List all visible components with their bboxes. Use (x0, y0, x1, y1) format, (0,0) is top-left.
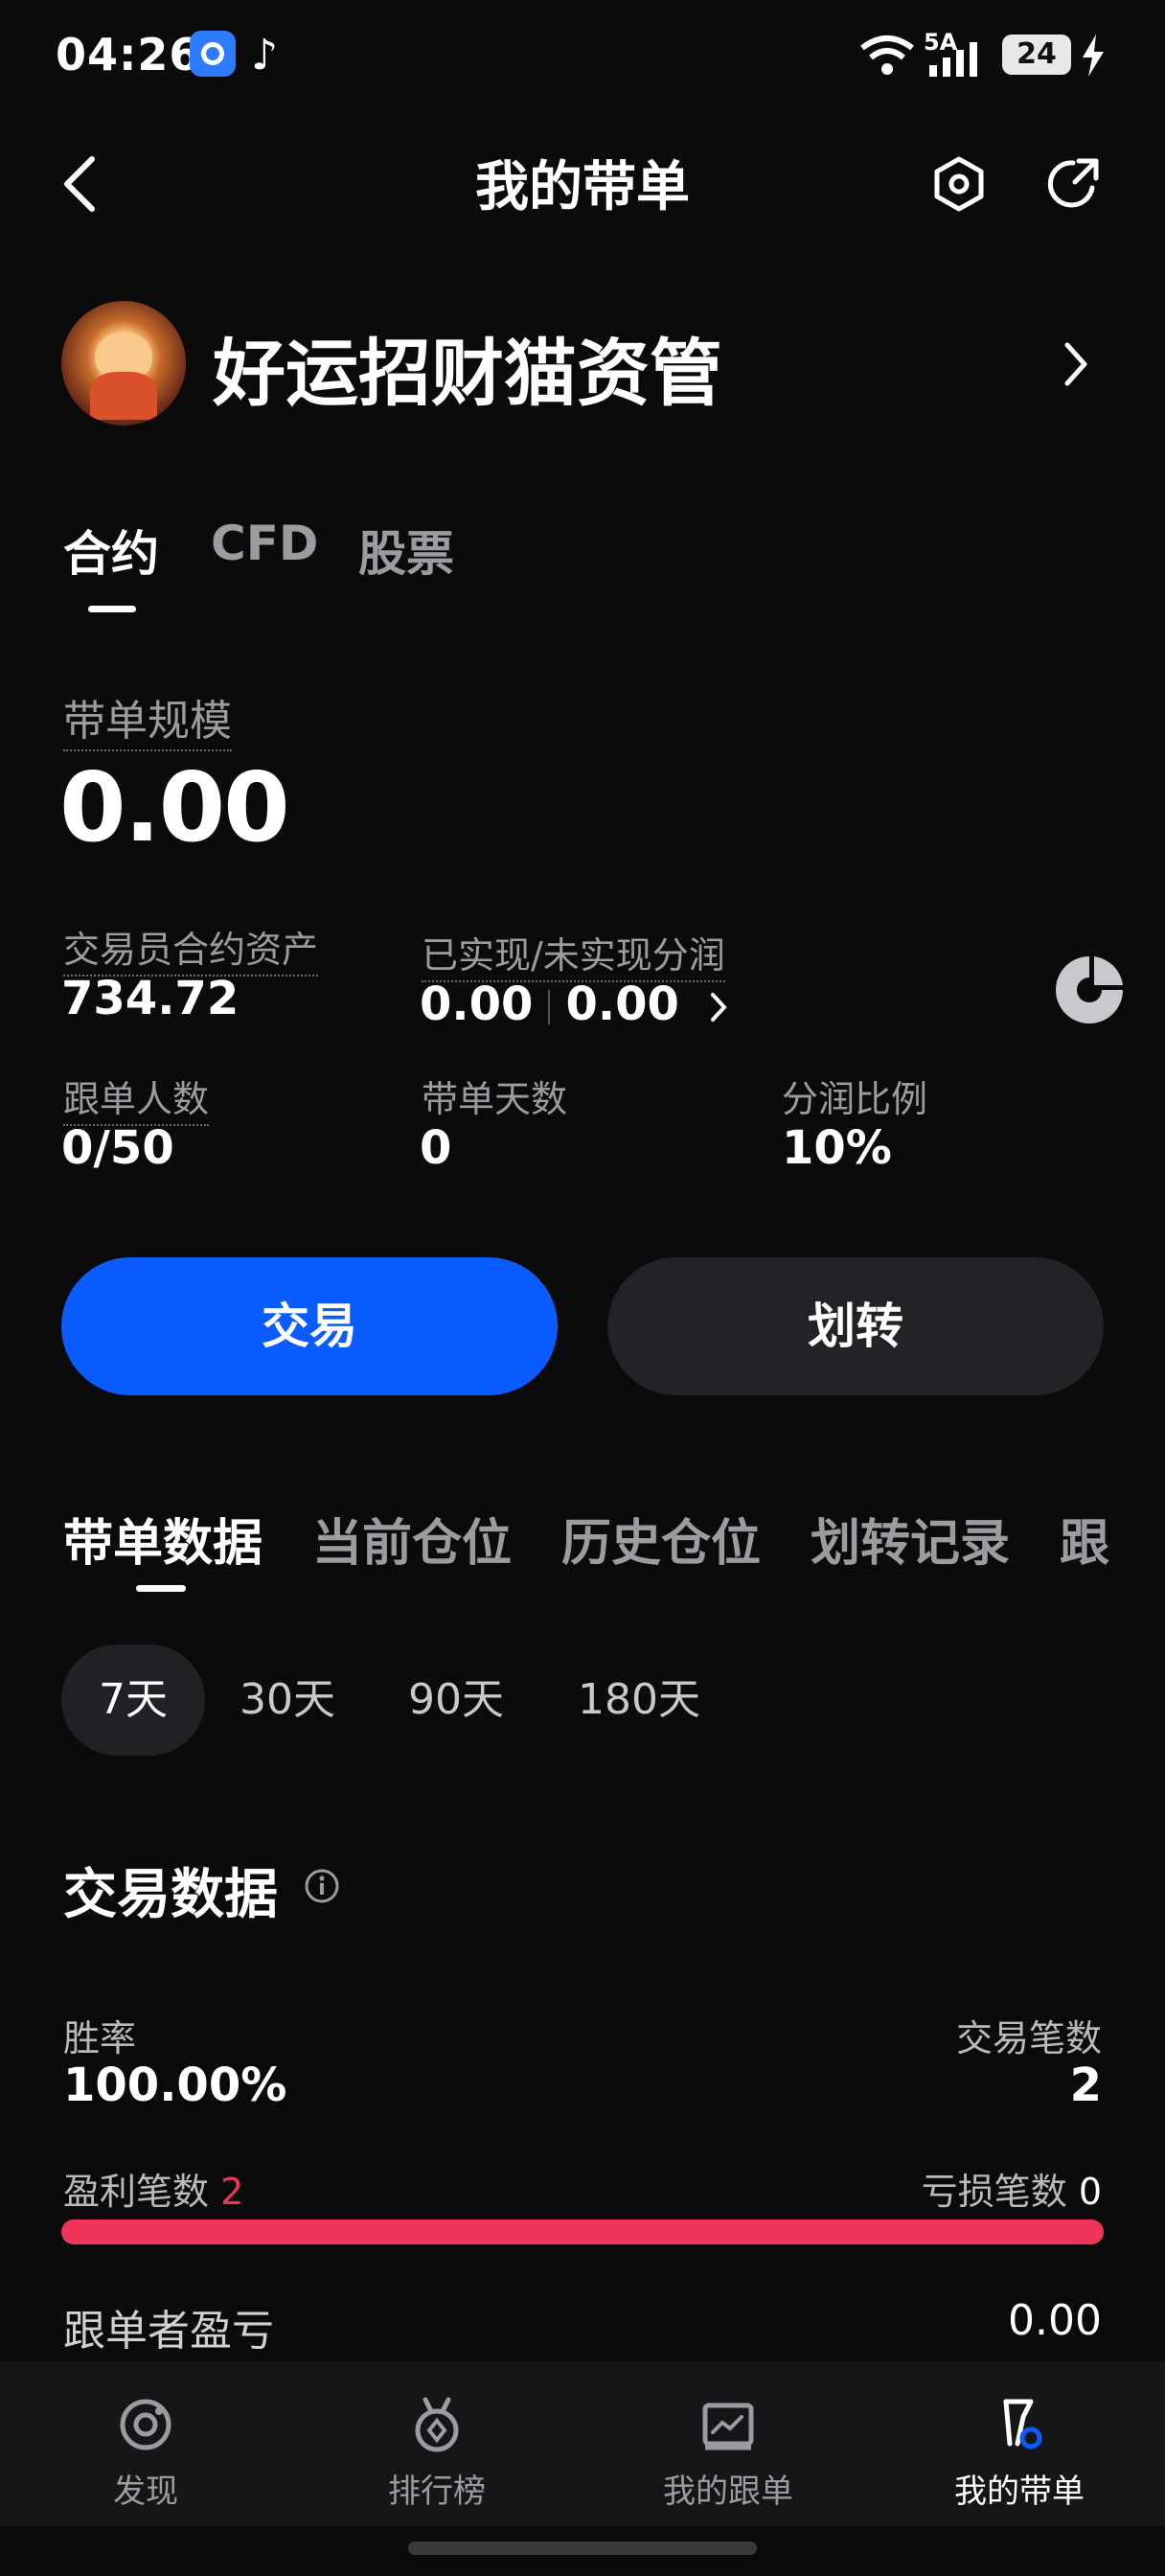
follower-pnl-label: 跟单者盈亏 (63, 2307, 274, 2356)
tab-current-positions[interactable]: 当前仓位 (312, 1503, 512, 1575)
wifi-icon (860, 35, 914, 75)
win-rate-label: 胜率 (63, 2017, 137, 2059)
nav-discover[interactable]: 发现 (0, 2396, 291, 2512)
period-90d[interactable]: 90天 (389, 1644, 523, 1756)
info-icon[interactable] (303, 1867, 341, 1905)
tab-cfd[interactable]: CFD (211, 516, 318, 571)
tiktok-icon: ♪ (251, 31, 279, 80)
section-title: 交易数据 (63, 1864, 278, 1926)
avatar-body (90, 372, 157, 420)
follower-pnl-value: 0.00 (1008, 2296, 1102, 2345)
nav-leaderboard[interactable]: 排行榜 (291, 2396, 582, 2512)
contract-assets-label[interactable]: 交易员合约资产 (63, 920, 319, 977)
charging-icon (1083, 34, 1104, 77)
tab-copy-data[interactable]: 带单数据 (63, 1503, 263, 1575)
tab-underline (88, 606, 136, 612)
loss-count-row: 亏损笔数 0 (922, 2162, 1102, 2215)
value-divider (548, 990, 551, 1024)
scale-label[interactable]: 带单规模 (63, 686, 232, 751)
contract-assets-value: 734.72 (61, 972, 240, 1025)
tab-history-positions[interactable]: 历史仓位 (561, 1503, 761, 1575)
battery-icon: 24 (1002, 34, 1071, 75)
flag-icon (1003, 2399, 1042, 2450)
hexagon-settings-icon[interactable] (929, 153, 989, 215)
followers-label[interactable]: 跟单人数 (63, 1070, 210, 1126)
ratio-value: 10% (782, 1121, 892, 1175)
period-180d[interactable]: 180天 (567, 1644, 711, 1756)
profit-count-label: 盈利笔数 (63, 2171, 210, 2213)
share-icon[interactable] (1044, 153, 1104, 215)
nav-label: 发现 (113, 2472, 178, 2511)
days-value: 0 (420, 1121, 452, 1175)
tab-followers[interactable]: 跟 (1060, 1503, 1109, 1575)
nav-my-copies[interactable]: 我的跟单 (582, 2396, 874, 2512)
pie-chart-icon[interactable] (1050, 951, 1129, 1029)
loss-count-value: 0 (1078, 2171, 1102, 2213)
bottom-nav: 发现 排行榜 我的跟单 我的带单 (0, 2361, 1165, 2526)
chart-icon (702, 2403, 754, 2450)
app-notification-icon (190, 31, 236, 77)
discover-icon (120, 2399, 171, 2450)
ratio-label: 分润比例 (782, 1078, 928, 1120)
followers-value: 0/50 (61, 1121, 174, 1175)
chevron-right-icon (710, 993, 727, 1022)
tab-underline (136, 1585, 186, 1592)
nav-label: 我的跟单 (663, 2472, 793, 2511)
nav-my-trading[interactable]: 我的带单 (874, 2396, 1165, 2512)
tab-transfer-records[interactable]: 划转记录 (811, 1503, 1010, 1575)
trade-count-value: 2 (1069, 2058, 1102, 2112)
medal-icon (415, 2397, 459, 2452)
profit-count-row: 盈利笔数 2 (63, 2162, 243, 2215)
unrealized-value: 0.00 (565, 978, 679, 1031)
win-rate-value: 100.00% (63, 2058, 287, 2112)
profile-name[interactable]: 好运招财猫资管 (213, 314, 722, 420)
signal-icon (929, 42, 977, 77)
avatar[interactable] (61, 301, 186, 426)
chevron-right-icon[interactable] (1062, 339, 1090, 389)
profit-share-label[interactable]: 已实现/未实现分润 (422, 926, 725, 982)
scale-value: 0.00 (59, 751, 290, 863)
nav-label: 排行榜 (388, 2472, 486, 2511)
period-30d[interactable]: 30天 (220, 1644, 354, 1756)
realized-value: 0.00 (420, 978, 534, 1031)
profit-share-values[interactable]: 0.00 0.00 (420, 978, 728, 1031)
trade-button[interactable]: 交易 (61, 1257, 558, 1395)
nav-label: 我的带单 (954, 2472, 1085, 2511)
tab-stocks[interactable]: 股票 (358, 516, 454, 585)
profit-count-value: 2 (220, 2171, 244, 2213)
trade-count-label: 交易笔数 (955, 2017, 1102, 2059)
days-label: 带单天数 (422, 1078, 568, 1120)
period-7d[interactable]: 7天 (61, 1644, 205, 1756)
status-time: 04:26 (56, 29, 201, 80)
home-indicator[interactable] (408, 2542, 757, 2555)
transfer-button[interactable]: 划转 (607, 1257, 1104, 1395)
tab-contract[interactable]: 合约 (63, 516, 159, 585)
loss-count-label: 亏损笔数 (921, 2171, 1067, 2213)
profit-ratio-bar (61, 2220, 1104, 2244)
page-title: 我的带单 (475, 156, 690, 218)
